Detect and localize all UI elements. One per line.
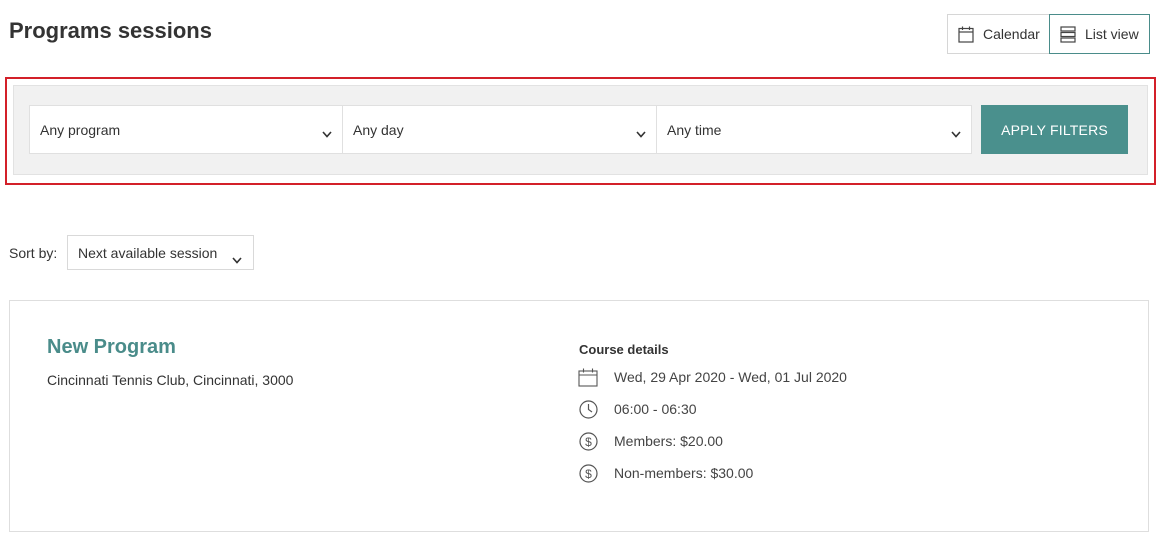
members-price-row: $ Members: $20.00 <box>578 431 723 451</box>
chevron-down-icon <box>232 251 242 267</box>
program-name-link[interactable]: New Program <box>47 336 176 359</box>
course-time: 06:00 - 06:30 <box>614 401 697 417</box>
dollar-icon: $ <box>578 463 598 483</box>
course-dates-row: Wed, 29 Apr 2020 - Wed, 01 Jul 2020 <box>578 367 847 387</box>
list-view-button[interactable]: List view <box>1049 14 1150 54</box>
apply-filters-button[interactable]: APPLY FILTERS <box>981 105 1128 154</box>
sort-select[interactable]: Next available session <box>67 235 254 270</box>
time-filter-select[interactable]: Any time <box>656 105 972 154</box>
chevron-down-icon <box>322 125 332 141</box>
nonmembers-price-row: $ Non-members: $30.00 <box>578 463 753 483</box>
calendar-icon <box>578 367 598 387</box>
program-location: Cincinnati Tennis Club, Cincinnati, 3000 <box>47 372 294 388</box>
clock-icon <box>578 399 598 419</box>
view-toggle: Calendar List view <box>947 14 1150 54</box>
page-title: Programs sessions <box>9 18 212 43</box>
list-view-label: List view <box>1085 26 1139 42</box>
course-dates: Wed, 29 Apr 2020 - Wed, 01 Jul 2020 <box>614 369 847 385</box>
chevron-down-icon <box>951 125 961 141</box>
chevron-down-icon <box>636 125 646 141</box>
program-filter-value: Any program <box>40 121 121 138</box>
course-time-row: 06:00 - 06:30 <box>578 399 697 419</box>
calendar-view-label: Calendar <box>983 26 1040 42</box>
list-icon <box>1060 25 1076 43</box>
nonmembers-price: Non-members: $30.00 <box>614 465 754 481</box>
calendar-view-button[interactable]: Calendar <box>947 14 1049 54</box>
dollar-icon: $ <box>578 431 598 451</box>
day-filter-value: Any day <box>353 121 404 138</box>
course-details-heading: Course details <box>579 342 669 357</box>
svg-text:$: $ <box>585 467 592 481</box>
time-filter-value: Any time <box>667 121 722 138</box>
sort-value: Next available session <box>78 244 218 261</box>
members-price: Members: $20.00 <box>614 433 723 449</box>
day-filter-select[interactable]: Any day <box>342 105 657 154</box>
program-filter-select[interactable]: Any program <box>29 105 343 154</box>
sort-label: Sort by: <box>9 245 58 261</box>
svg-text:$: $ <box>585 435 592 449</box>
calendar-icon <box>958 26 974 43</box>
